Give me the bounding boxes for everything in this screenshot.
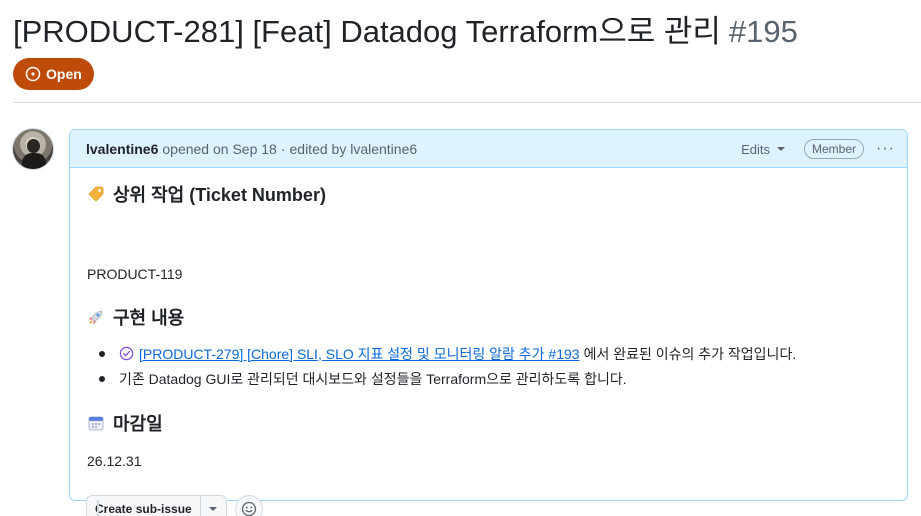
header-divider [13, 102, 921, 103]
kebab-horizontal-icon[interactable]: ··· [872, 140, 899, 158]
issue-body-comment: lvalentine6 opened on Sep 18 · edited by… [69, 129, 908, 516]
issue-closed-check-icon [119, 346, 134, 361]
list-bullet [99, 375, 105, 382]
section-heading-due-date-text: 마감일 [113, 414, 163, 434]
author-avatar[interactable] [12, 128, 54, 170]
comment-body: 상위 작업 (Ticket Number) PRODUCT-119 구현 내용 … [70, 168, 907, 516]
section-heading-ticket: 상위 작업 (Ticket Number) [87, 181, 326, 207]
rocket-emoji-icon [89, 310, 103, 324]
implementation-list: [PRODUCT-279] [Chore] SLI, SLO 지표 설정 및 모… [87, 341, 796, 391]
edits-label: Edits [741, 141, 770, 157]
issue-state-badge: Open [13, 58, 94, 90]
related-issue-link-text[interactable]: [PRODUCT-279] [Chore] SLI, SLO 지표 설정 및 모… [139, 344, 580, 364]
timeline-connector [97, 500, 99, 516]
issue-title-text: [PRODUCT-281] [Feat] Datadog Terraform으로… [13, 14, 721, 49]
calendar-emoji-icon [88, 416, 104, 431]
issue-title: [PRODUCT-281] [Feat] Datadog Terraform으로… [13, 6, 798, 51]
label-tag-emoji-icon [88, 186, 104, 202]
list-item-text: 기존 Datadog GUI로 관리되던 대시보드와 설정들을 Terrafor… [119, 370, 627, 387]
add-reaction-button[interactable] [234, 495, 263, 516]
issue-state-label: Open [46, 66, 82, 82]
due-date-text: 26.12.31 [87, 453, 142, 469]
triangle-down-icon [777, 147, 785, 151]
comment-meta-separator: · [280, 140, 286, 157]
list-item: [PRODUCT-279] [Chore] SLI, SLO 지표 설정 및 모… [87, 341, 796, 366]
section-heading-due-date: 마감일 [87, 410, 163, 436]
list-bullet [99, 350, 105, 357]
ticket-number-text: PRODUCT-119 [87, 266, 183, 282]
comment-header: lvalentine6 opened on Sep 18 · edited by… [70, 130, 907, 168]
comment-actions: Create sub-issue [86, 495, 263, 516]
member-role-badge: Member [804, 139, 865, 159]
create-sub-issue-dropdown[interactable] [199, 496, 226, 516]
related-issue-link[interactable]: [PRODUCT-279] [Chore] SLI, SLO 지표 설정 및 모… [119, 344, 580, 364]
section-heading-implementation-text: 구현 내용 [113, 308, 185, 328]
list-item: 기존 Datadog GUI로 관리되던 대시보드와 설정들을 Terrafor… [87, 366, 796, 391]
edits-history-dropdown[interactable]: Edits [741, 142, 786, 157]
section-heading-ticket-text: 상위 작업 (Ticket Number) [113, 185, 326, 205]
section-heading-implementation: 구현 내용 [87, 304, 184, 330]
triangle-down-icon [209, 507, 218, 511]
comment-opened-text[interactable]: opened on Sep 18 [162, 141, 276, 157]
comment-author-link[interactable]: lvalentine6 [86, 141, 158, 157]
create-sub-issue-button-group: Create sub-issue [86, 495, 227, 516]
comment-edited-text[interactable]: edited by lvalentine6 [290, 141, 418, 157]
smiley-icon [241, 501, 256, 516]
issue-open-icon [25, 66, 41, 82]
issue-number: #195 [728, 14, 798, 49]
list-item-suffix-text: 에서 완료된 이슈의 추가 작업입니다. [583, 345, 797, 362]
create-sub-issue-button[interactable]: Create sub-issue [87, 496, 200, 516]
